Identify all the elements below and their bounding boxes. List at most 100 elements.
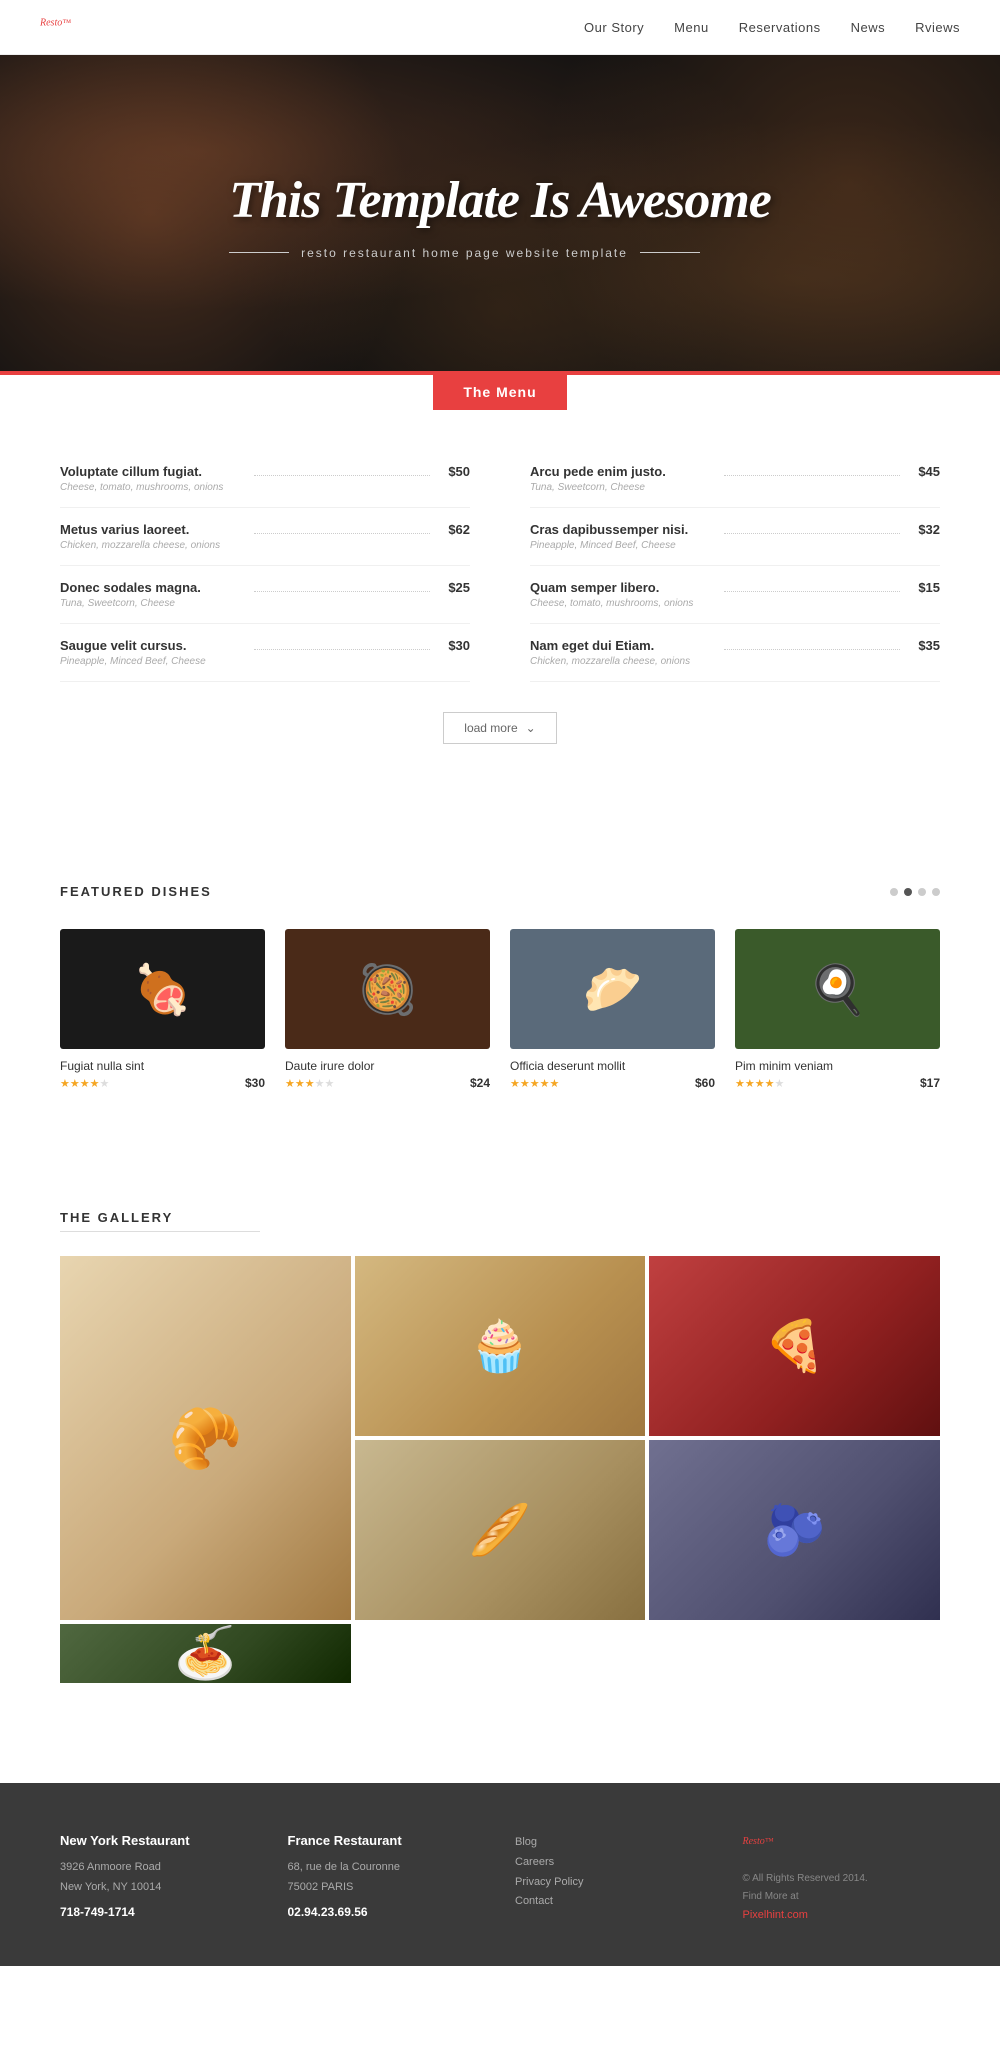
footer-phone: 718-749-1714 (60, 1902, 258, 1924)
menu-section: The Menu Voluptate cillum fugiat. Cheese… (0, 374, 1000, 804)
menu-item-desc: Chicken, mozzarella cheese, onions (530, 656, 706, 667)
menu-item-name: Arcu pede enim justo. (530, 464, 706, 479)
gallery-cell-buns[interactable]: 🧁 (355, 1256, 646, 1436)
gallery-cell-berries[interactable]: 🫐 (649, 1440, 940, 1620)
gallery-cell-breadsticks[interactable]: 🥖 (355, 1440, 646, 1620)
menu-item-price: $15 (918, 580, 940, 595)
footer-copyright: © All Rights Reserved 2014. Find More at… (743, 1870, 941, 1926)
menu-item-name: Cras dapibussemper nisi. (530, 522, 706, 537)
gallery-cell-pasta[interactable]: 🍝 (60, 1624, 351, 1683)
dish-stars: ★★★★★ (60, 1077, 144, 1090)
menu-item-price: $25 (448, 580, 470, 595)
dish-card: 🍖 Fugiat nulla sint ★★★★★ $30 (60, 929, 265, 1090)
footer-address: 3926 Anmoore RoadNew York, NY 10014 (60, 1858, 258, 1898)
load-more-button[interactable]: load more ⌄ (443, 712, 556, 744)
dish-price: $60 (695, 1076, 715, 1090)
dish-card: 🍳 Pim minim veniam ★★★★★ $17 (735, 929, 940, 1090)
footer-pixelhint-link[interactable]: Pixelhint.com (743, 1906, 941, 1926)
menu-item: Quam semper libero. Cheese, tomato, mush… (530, 566, 940, 624)
footer-col-links: Blog Careers Privacy Policy Contact (515, 1833, 713, 1926)
menu-item-desc: Pineapple, Minced Beef, Cheese (60, 656, 236, 667)
carousel-dot[interactable] (918, 888, 926, 896)
menu-item-dots (254, 533, 430, 534)
hero-red-bar (0, 371, 1000, 375)
menu-item-name: Donec sodales magna. (60, 580, 236, 595)
load-more-wrap: load more ⌄ (60, 712, 940, 744)
dish-image: 🍳 (735, 929, 940, 1049)
menu-item-name: Saugue velit cursus. (60, 638, 236, 653)
footer-col-brand: Resto™ © All Rights Reserved 2014. Find … (743, 1833, 941, 1926)
menu-item: Voluptate cillum fugiat. Cheese, tomato,… (60, 450, 470, 508)
menu-item: Arcu pede enim justo. Tuna, Sweetcorn, C… (530, 450, 940, 508)
carousel-dots (890, 888, 940, 896)
footer-link-careers[interactable]: Careers (515, 1853, 713, 1873)
menu-badge-wrap: The Menu (60, 374, 940, 410)
logo[interactable]: Resto™ (40, 14, 71, 40)
menu-item-name: Nam eget dui Etiam. (530, 638, 706, 653)
hero-subtitle: resto restaurant home page website templ… (229, 246, 771, 260)
menu-grid: Voluptate cillum fugiat. Cheese, tomato,… (60, 450, 940, 682)
gallery-divider (60, 1231, 260, 1232)
menu-item-dots (254, 649, 430, 650)
menu-item-desc: Cheese, tomato, mushrooms, onions (530, 598, 706, 609)
gallery-section: THE GALLERY 🥐 🧁 🍕 🥖 🫐 🍝 (0, 1170, 1000, 1723)
featured-title: FEATURED DISHES (60, 884, 212, 899)
nav-our-story[interactable]: Our Story (584, 20, 644, 35)
menu-item-price: $35 (918, 638, 940, 653)
menu-item-dots (724, 649, 900, 650)
menu-item-desc: Cheese, tomato, mushrooms, onions (60, 482, 236, 493)
carousel-dot[interactable] (890, 888, 898, 896)
dish-card: 🥘 Daute irure dolor ★★★★★ $24 (285, 929, 490, 1090)
menu-item-name: Metus varius laoreet. (60, 522, 236, 537)
dish-card: 🥟 Officia deserunt mollit ★★★★★ $60 (510, 929, 715, 1090)
dish-stars: ★★★★★ (285, 1077, 374, 1090)
featured-section: FEATURED DISHES 🍖 Fugiat nulla sint ★★★★… (0, 844, 1000, 1130)
dish-price: $24 (470, 1076, 490, 1090)
dish-price: $17 (920, 1076, 940, 1090)
menu-item-desc: Chicken, mozzarella cheese, onions (60, 540, 236, 551)
dish-stars: ★★★★★ (510, 1077, 625, 1090)
hero-content: This Template Is Awesome resto restauran… (229, 171, 771, 260)
dish-name: Pim minim veniam (735, 1059, 833, 1073)
footer-link-contact[interactable]: Contact (515, 1892, 713, 1912)
carousel-dot[interactable] (932, 888, 940, 896)
gallery-cell-pizza[interactable]: 🍕 (649, 1256, 940, 1436)
featured-header: FEATURED DISHES (60, 884, 940, 899)
footer-link-blog[interactable]: Blog (515, 1833, 713, 1853)
dish-name: Officia deserunt mollit (510, 1059, 625, 1073)
gallery-title: THE GALLERY (60, 1210, 940, 1225)
nav-menu[interactable]: Menu (674, 20, 709, 35)
dish-name: Daute irure dolor (285, 1059, 374, 1073)
footer-col-newyork: New York Restaurant 3926 Anmoore RoadNew… (60, 1833, 258, 1926)
menu-item: Metus varius laoreet. Chicken, mozzarell… (60, 508, 470, 566)
main-nav: Our Story Menu Reservations News Rviews (584, 20, 960, 35)
menu-item-desc: Pineapple, Minced Beef, Cheese (530, 540, 706, 551)
menu-item-price: $50 (448, 464, 470, 479)
menu-item-dots (254, 475, 430, 476)
menu-item-price: $32 (918, 522, 940, 537)
dish-price: $30 (245, 1076, 265, 1090)
footer-link-privacy[interactable]: Privacy Policy (515, 1873, 713, 1893)
footer-col-title: France Restaurant (288, 1833, 486, 1848)
menu-item-dots (724, 475, 900, 476)
menu-item: Saugue velit cursus. Pineapple, Minced B… (60, 624, 470, 682)
menu-item: Cras dapibussemper nisi. Pineapple, Minc… (530, 508, 940, 566)
dish-image: 🥟 (510, 929, 715, 1049)
site-header: Resto™ Our Story Menu Reservations News … (0, 0, 1000, 55)
menu-item-name: Quam semper libero. (530, 580, 706, 595)
nav-news[interactable]: News (851, 20, 886, 35)
nav-reservations[interactable]: Reservations (739, 20, 821, 35)
chevron-down-icon: ⌄ (526, 721, 536, 735)
carousel-dot-active[interactable] (904, 888, 912, 896)
footer-address: 68, rue de la Couronne75002 PARIS (288, 1858, 486, 1898)
menu-item: Donec sodales magna. Tuna, Sweetcorn, Ch… (60, 566, 470, 624)
menu-item-dots (724, 591, 900, 592)
nav-reviews[interactable]: Rviews (915, 20, 960, 35)
gallery-cell-pastries[interactable]: 🥐 (60, 1256, 351, 1620)
site-footer: New York Restaurant 3926 Anmoore RoadNew… (0, 1783, 1000, 1966)
dish-image: 🍖 (60, 929, 265, 1049)
menu-left-col: Voluptate cillum fugiat. Cheese, tomato,… (60, 450, 470, 682)
gallery-grid: 🥐 🧁 🍕 🥖 🫐 🍝 (60, 1256, 940, 1683)
footer-col-title: New York Restaurant (60, 1833, 258, 1848)
menu-right-col: Arcu pede enim justo. Tuna, Sweetcorn, C… (530, 450, 940, 682)
